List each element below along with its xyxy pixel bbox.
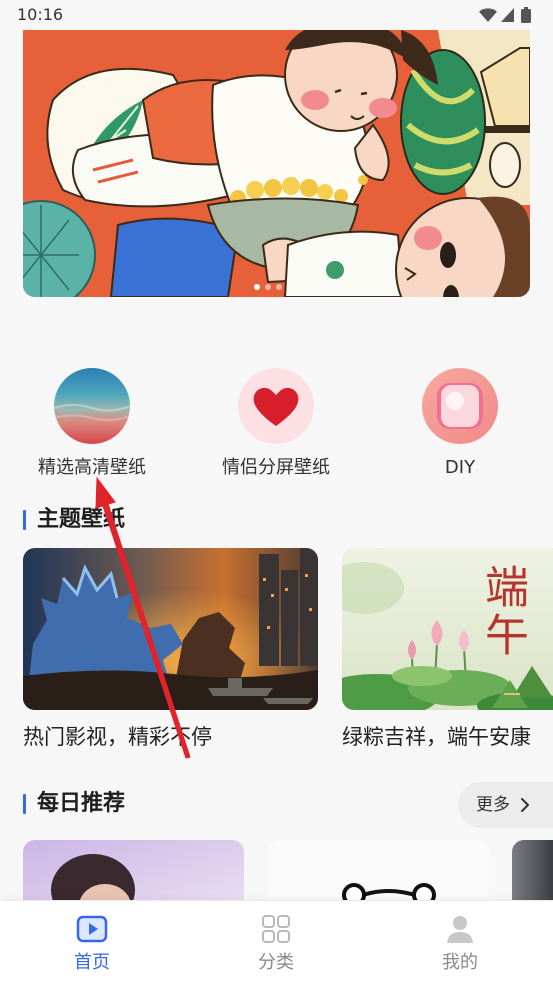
theme-card-caption: 绿粽吉祥，端午安康 [342, 725, 531, 749]
chevron-right-icon [521, 798, 529, 812]
nav-label: 分类 [258, 952, 294, 973]
banner-dot [254, 284, 260, 290]
banner-carousel[interactable] [23, 30, 530, 297]
banner-dot [276, 284, 282, 290]
category-label: 情侣分屏壁纸 [222, 457, 330, 478]
section-title: 主题壁纸 [37, 507, 126, 532]
more-button[interactable]: 更多 [458, 782, 553, 828]
category-label: 精选高清壁纸 [38, 457, 146, 478]
movie-monsters-image [23, 548, 318, 710]
signal-icon [501, 8, 514, 22]
nav-home[interactable]: 首页 [0, 901, 184, 984]
battery-icon [521, 7, 531, 23]
theme-card-caption: 热门影视，精彩不停 [23, 725, 212, 749]
theme-section-header: 主题壁纸 [23, 508, 125, 532]
section-accent-bar [23, 510, 26, 530]
status-time: 10:16 [17, 5, 64, 24]
bottom-nav: 首页 分类 我的 [0, 900, 553, 984]
card-lettering-duanwu: 端午 [477, 564, 528, 660]
nav-label: 首页 [74, 952, 110, 973]
theme-card-movies[interactable] [23, 548, 318, 710]
banner-dot [265, 284, 271, 290]
category-hd-wallpaper[interactable]: 精选高清壁纸 [17, 368, 167, 480]
banner-dot [287, 284, 293, 290]
category-diy[interactable]: DIY [385, 368, 535, 480]
category-label: DIY [444, 457, 476, 478]
status-bar: 10:16 [0, 0, 553, 30]
more-label: 更多 [476, 795, 510, 815]
nav-profile[interactable]: 我的 [368, 901, 552, 984]
person-icon [447, 916, 473, 943]
nav-label: 我的 [442, 952, 478, 973]
play-icon [76, 915, 108, 943]
theme-card-dragon-boat[interactable]: 端午 [342, 548, 553, 710]
nav-category[interactable]: 分类 [184, 901, 368, 984]
heart-icon [238, 368, 314, 444]
category-couple-wallpaper[interactable]: 情侣分屏壁纸 [201, 368, 351, 480]
leaf-pillow-right [400, 49, 486, 195]
banner-pagination [254, 284, 293, 290]
screen: 10:16 精选高清壁纸 情侣分屏壁纸 DIY 主题壁纸 热门影视，精彩不停 端… [0, 0, 553, 984]
diy-frame-icon [422, 368, 498, 444]
grid-icon [262, 915, 290, 943]
section-accent-bar [23, 794, 26, 814]
section-title: 每日推荐 [37, 791, 126, 816]
banner-illustration [23, 30, 530, 297]
wifi-icon [479, 8, 497, 22]
ocean-wallpaper-icon [54, 368, 130, 444]
daily-section-header: 每日推荐 [23, 792, 125, 816]
